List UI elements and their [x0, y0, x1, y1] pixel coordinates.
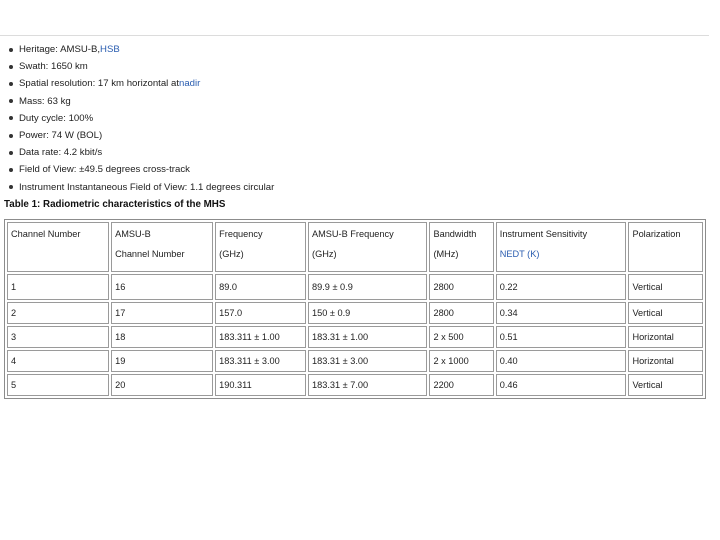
table-cell: 3 [7, 326, 110, 348]
table-cell: 2800 [429, 302, 494, 324]
table-cell: 5 [7, 374, 110, 396]
bullet-icon [9, 64, 13, 69]
header-cell: AMSU-B Frequency (GHz) [308, 222, 428, 272]
table-cell: 17 [111, 302, 214, 324]
radiometric-table: Channel Number AMSU-B Channel Number Freq… [4, 219, 706, 399]
header-cell: Channel Number [7, 222, 110, 272]
table-cell: Horizontal [628, 326, 703, 348]
table-cell: 0.51 [495, 326, 627, 348]
table-cell: Vertical [628, 302, 703, 324]
table-cell: 2 [7, 302, 110, 324]
table-cell: 190.311 [215, 374, 307, 396]
table-cell: 89.9 ± 0.9 [308, 274, 428, 300]
nadir-link[interactable]: nadir [179, 75, 200, 92]
table-row: 1 16 89.0 89.9 ± 0.9 2800 0.22 Vertical [7, 274, 703, 300]
spec-item: Spatial resolution: 17 km horizontal at … [6, 75, 274, 92]
table-cell: 2 x 1000 [429, 350, 494, 372]
table-cell: 183.311 ± 1.00 [215, 326, 307, 348]
spec-text: Duty cycle: 100% [19, 112, 94, 124]
table-cell: 2200 [429, 374, 494, 396]
table-row: 3 18 183.311 ± 1.00 183.31 ± 1.00 2 x 50… [7, 326, 703, 348]
table-cell: 183.31 ± 3.00 [308, 350, 428, 372]
table-cell: Vertical [628, 274, 703, 300]
spec-text: Power: 74 W (BOL) [19, 129, 103, 141]
spec-text: Mass: 63 kg [19, 95, 71, 107]
table-row: 2 17 157.0 150 ± 0.9 2800 0.34 Vertical [7, 302, 703, 324]
bullet-icon [9, 167, 13, 172]
table-cell: 1 [7, 274, 110, 300]
bullet-icon [9, 185, 13, 190]
table-cell: 0.34 [495, 302, 627, 324]
spec-item: Instrument Instantaneous Field of View: … [6, 179, 274, 196]
spec-item: Mass: 63 kg [6, 93, 274, 110]
table-header-row: Channel Number AMSU-B Channel Number Freq… [7, 222, 703, 272]
bullet-icon [9, 99, 13, 104]
hsb-link[interactable]: HSB [100, 41, 120, 58]
header-cell: AMSU-B Channel Number [111, 222, 214, 272]
table-cell: 150 ± 0.9 [308, 302, 428, 324]
table-cell: 4 [7, 350, 110, 372]
spec-item: Power: 74 W (BOL) [6, 127, 274, 144]
spec-text: Field of View: ±49.5 degrees cross-track [19, 164, 190, 176]
table-cell: 0.40 [495, 350, 627, 372]
bullet-icon [9, 81, 13, 86]
table-row: 5 20 190.311 183.31 ± 7.00 2200 0.46 Ver… [7, 374, 703, 396]
table-cell: 183.31 ± 1.00 [308, 326, 428, 348]
spec-text: Swath: 1650 km [19, 61, 88, 73]
top-divider [0, 35, 709, 36]
bullet-icon [9, 47, 13, 52]
table-cell: Vertical [628, 374, 703, 396]
table-cell: 2 x 500 [429, 326, 494, 348]
spec-item: Heritage: AMSU-B, HSB [6, 41, 274, 58]
table-cell: 0.46 [495, 374, 627, 396]
table-cell: 183.31 ± 7.00 [308, 374, 428, 396]
spec-list: Heritage: AMSU-B, HSB Swath: 1650 km Spa… [6, 41, 274, 196]
table-cell: 19 [111, 350, 214, 372]
table-cell: 2800 [429, 274, 494, 300]
spec-text: Spatial resolution: 17 km horizontal at [19, 78, 179, 90]
spec-text: Instrument Instantaneous Field of View: … [19, 181, 275, 193]
spec-text: Data rate: 4.2 kbit/s [19, 147, 103, 159]
table-caption: Table 1: Radiometric characteristics of … [4, 199, 226, 210]
table-cell: 89.0 [215, 274, 307, 300]
bullet-icon [9, 150, 13, 155]
header-cell: Polarization [628, 222, 703, 272]
bullet-icon [9, 133, 13, 138]
table-cell: 0.22 [495, 274, 627, 300]
spec-item: Swath: 1650 km [6, 58, 274, 75]
table-cell: 157.0 [215, 302, 307, 324]
spec-item: Field of View: ±49.5 degrees cross-track [6, 161, 274, 178]
nedt-link[interactable]: NEDT (K) [500, 249, 540, 259]
spec-item: Data rate: 4.2 kbit/s [6, 144, 274, 161]
table-cell: 18 [111, 326, 214, 348]
spec-item: Duty cycle: 100% [6, 110, 274, 127]
header-cell: Bandwidth (MHz) [429, 222, 494, 272]
bullet-icon [9, 116, 13, 121]
table-cell: 20 [111, 374, 214, 396]
table-cell: 16 [111, 274, 214, 300]
spec-text: Heritage: AMSU-B, [19, 44, 101, 55]
table-row: 4 19 183.311 ± 3.00 183.31 ± 3.00 2 x 10… [7, 350, 703, 372]
header-cell: Instrument Sensitivity NEDT (K) [495, 222, 627, 272]
table-cell: 183.311 ± 3.00 [215, 350, 307, 372]
header-cell: Frequency (GHz) [215, 222, 307, 272]
table-cell: Horizontal [628, 350, 703, 372]
